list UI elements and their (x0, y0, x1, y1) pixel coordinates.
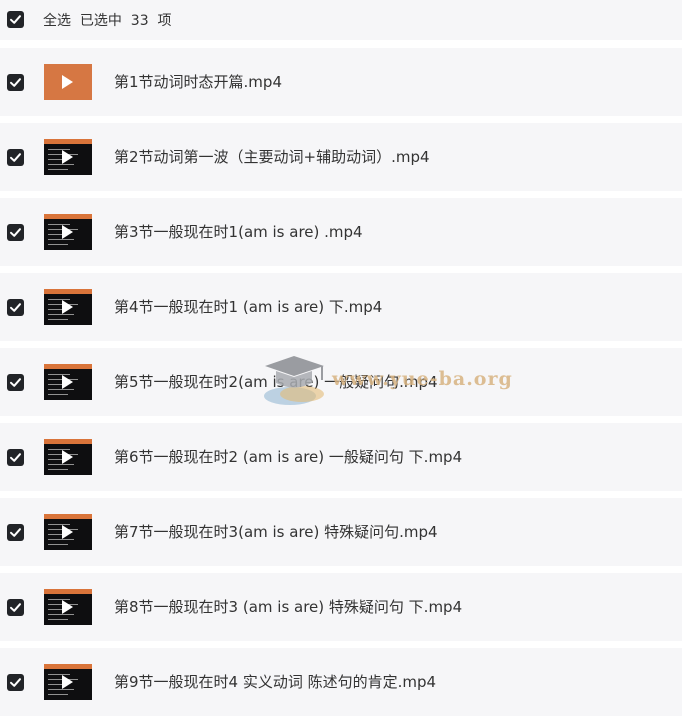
file-checkbox[interactable] (7, 299, 24, 316)
checkmark-icon (10, 603, 21, 612)
file-row[interactable]: 第9节一般现在时4 实义动词 陈述句的肯定.mp4 (0, 648, 682, 716)
thumbnail-text-line (48, 614, 74, 615)
play-icon (62, 450, 73, 464)
file-row[interactable]: 第5节一般现在时2(am is are) 一般疑问句.mp4 (0, 348, 682, 416)
file-row[interactable]: 第3节一般现在时1(am is are) .mp4 (0, 198, 682, 266)
thumbnail-text-line (48, 389, 74, 390)
play-icon (62, 525, 73, 539)
video-thumbnail[interactable] (44, 64, 92, 100)
thumbnail-banner (44, 514, 92, 519)
thumbnail-text-line (48, 164, 74, 165)
file-checkbox[interactable] (7, 524, 24, 541)
file-row[interactable]: 第6节一般现在时2 (am is are) 一般疑问句 下.mp4 (0, 423, 682, 491)
thumbnail-text-line (48, 244, 68, 245)
thumbnail-text-line (48, 239, 74, 240)
checkmark-icon (10, 228, 21, 237)
play-icon (62, 150, 73, 164)
select-all-checkbox[interactable] (7, 11, 24, 28)
thumbnail-text-line (48, 464, 74, 465)
thumbnail-text-line (48, 314, 74, 315)
file-name[interactable]: 第7节一般现在时3(am is are) 特殊疑问句.mp4 (114, 522, 438, 542)
checkmark-icon (10, 528, 21, 537)
thumbnail-banner (44, 589, 92, 594)
video-thumbnail[interactable] (44, 289, 92, 325)
play-icon (62, 375, 73, 389)
file-row[interactable]: 第4节一般现在时1 (am is are) 下.mp4 (0, 273, 682, 341)
checkmark-icon (10, 303, 21, 312)
file-name[interactable]: 第2节动词第一波（主要动词+辅助动词）.mp4 (114, 147, 430, 167)
video-thumbnail[interactable] (44, 139, 92, 175)
file-name[interactable]: 第8节一般现在时3 (am is are) 特殊疑问句 下.mp4 (114, 597, 462, 617)
thumbnail-text-line (48, 619, 68, 620)
thumbnail-text-line (48, 319, 68, 320)
thumbnail-banner (44, 664, 92, 669)
file-row[interactable]: 第7节一般现在时3(am is are) 特殊疑问句.mp4 (0, 498, 682, 566)
thumbnail-text-line (48, 469, 68, 470)
play-icon (62, 600, 73, 614)
file-checkbox[interactable] (7, 224, 24, 241)
selection-summary: 全选 已选中 33 项 (43, 11, 172, 31)
thumbnail-banner (44, 364, 92, 369)
file-checkbox[interactable] (7, 449, 24, 466)
file-name[interactable]: 第1节动词时态开篇.mp4 (114, 72, 282, 92)
file-row[interactable]: 第1节动词时态开篇.mp4 (0, 48, 682, 116)
video-thumbnail[interactable] (44, 589, 92, 625)
thumbnail-banner (44, 289, 92, 294)
file-checkbox[interactable] (7, 149, 24, 166)
video-thumbnail[interactable] (44, 364, 92, 400)
video-thumbnail[interactable] (44, 214, 92, 250)
checkmark-icon (10, 453, 21, 462)
file-row[interactable]: 第2节动词第一波（主要动词+辅助动词）.mp4 (0, 123, 682, 191)
file-checkbox[interactable] (7, 374, 24, 391)
play-icon (62, 675, 73, 689)
file-name[interactable]: 第3节一般现在时1(am is are) .mp4 (114, 222, 363, 242)
thumbnail-banner (44, 139, 92, 144)
thumbnail-text-line (48, 539, 74, 540)
thumbnail-banner (44, 214, 92, 219)
checkmark-icon (10, 78, 21, 87)
file-name[interactable]: 第9节一般现在时4 实义动词 陈述句的肯定.mp4 (114, 672, 436, 692)
checkmark-icon (10, 153, 21, 162)
play-icon (62, 75, 73, 89)
selection-header: 全选 已选中 33 项 (0, 0, 682, 40)
checkmark-icon (10, 378, 21, 387)
select-all-label[interactable]: 全选 (43, 13, 71, 29)
checkmark-icon (10, 15, 21, 24)
file-name[interactable]: 第5节一般现在时2(am is are) 一般疑问句.mp4 (114, 372, 438, 392)
video-thumbnail[interactable] (44, 664, 92, 700)
thumbnail-text-line (48, 169, 68, 170)
thumbnail-text-line (48, 689, 74, 690)
video-thumbnail[interactable] (44, 514, 92, 550)
video-thumbnail[interactable] (44, 439, 92, 475)
file-name[interactable]: 第6节一般现在时2 (am is are) 一般疑问句 下.mp4 (114, 447, 462, 467)
file-row[interactable]: 第8节一般现在时3 (am is are) 特殊疑问句 下.mp4 (0, 573, 682, 641)
checkmark-icon (10, 678, 21, 687)
file-checkbox[interactable] (7, 674, 24, 691)
thumbnail-text-line (48, 544, 68, 545)
thumbnail-text-line (48, 394, 68, 395)
play-icon (62, 300, 73, 314)
selected-count-text: 已选中 33 项 (79, 13, 172, 29)
play-icon (62, 225, 73, 239)
thumbnail-banner (44, 439, 92, 444)
thumbnail-text-line (48, 694, 68, 695)
file-checkbox[interactable] (7, 599, 24, 616)
file-checkbox[interactable] (7, 74, 24, 91)
file-name[interactable]: 第4节一般现在时1 (am is are) 下.mp4 (114, 297, 382, 317)
